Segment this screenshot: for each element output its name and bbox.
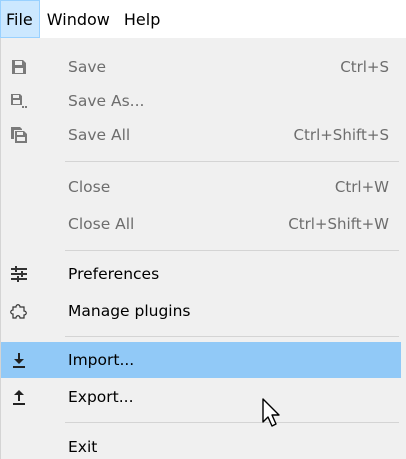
menu-item-label: Save As... <box>68 92 145 110</box>
menu-item-exit[interactable]: Exit <box>1 429 401 459</box>
application-window: File Window Help Save Ctrl+S Save As... … <box>0 0 406 459</box>
menu-item-label: Preferences <box>68 265 160 283</box>
menu-item-label: Close All <box>68 215 135 233</box>
menu-item-close-all[interactable]: Close All Ctrl+Shift+W <box>1 206 401 242</box>
menu-separator <box>65 422 399 423</box>
file-dropdown-menu: Save Ctrl+S Save As... Save All Ctrl+Shi… <box>0 38 406 459</box>
menu-item-save-as[interactable]: Save As... <box>1 83 401 119</box>
save-as-icon <box>9 91 29 111</box>
menu-separator <box>65 336 399 337</box>
menu-item-save-all[interactable]: Save All Ctrl+Shift+S <box>1 117 401 153</box>
menu-item-label: Manage plugins <box>68 302 191 320</box>
menu-item-close[interactable]: Close Ctrl+W <box>1 169 401 205</box>
menu-item-label: Import... <box>68 351 135 369</box>
menu-file[interactable]: File <box>0 0 40 38</box>
menu-separator <box>65 250 399 251</box>
import-icon <box>9 350 29 370</box>
save-all-icon <box>9 125 29 145</box>
menu-item-label: Export... <box>68 388 134 406</box>
menu-help[interactable]: Help <box>117 0 167 38</box>
menu-item-manage-plugins[interactable]: Manage plugins <box>1 293 401 329</box>
menu-separator <box>65 161 399 162</box>
export-icon <box>9 387 29 407</box>
menu-window[interactable]: Window <box>40 0 117 38</box>
menu-item-save[interactable]: Save Ctrl+S <box>1 49 401 85</box>
mouse-cursor-icon <box>261 398 285 430</box>
menu-item-label: Save <box>68 58 107 76</box>
menu-item-label: Exit <box>68 438 98 456</box>
puzzle-icon <box>9 301 29 321</box>
menu-item-preferences[interactable]: Preferences <box>1 256 401 292</box>
menu-bar: File Window Help <box>0 0 406 38</box>
shortcut-label: Ctrl+W <box>334 178 389 196</box>
sliders-icon <box>9 264 29 284</box>
menu-item-export[interactable]: Export... <box>1 379 401 415</box>
menu-item-import[interactable]: Import... <box>1 342 401 378</box>
shortcut-label: Ctrl+Shift+S <box>293 126 389 144</box>
menu-item-label: Save All <box>68 126 131 144</box>
save-icon <box>9 57 29 77</box>
menu-item-label: Close <box>68 178 111 196</box>
shortcut-label: Ctrl+Shift+W <box>288 215 389 233</box>
shortcut-label: Ctrl+S <box>340 58 389 76</box>
